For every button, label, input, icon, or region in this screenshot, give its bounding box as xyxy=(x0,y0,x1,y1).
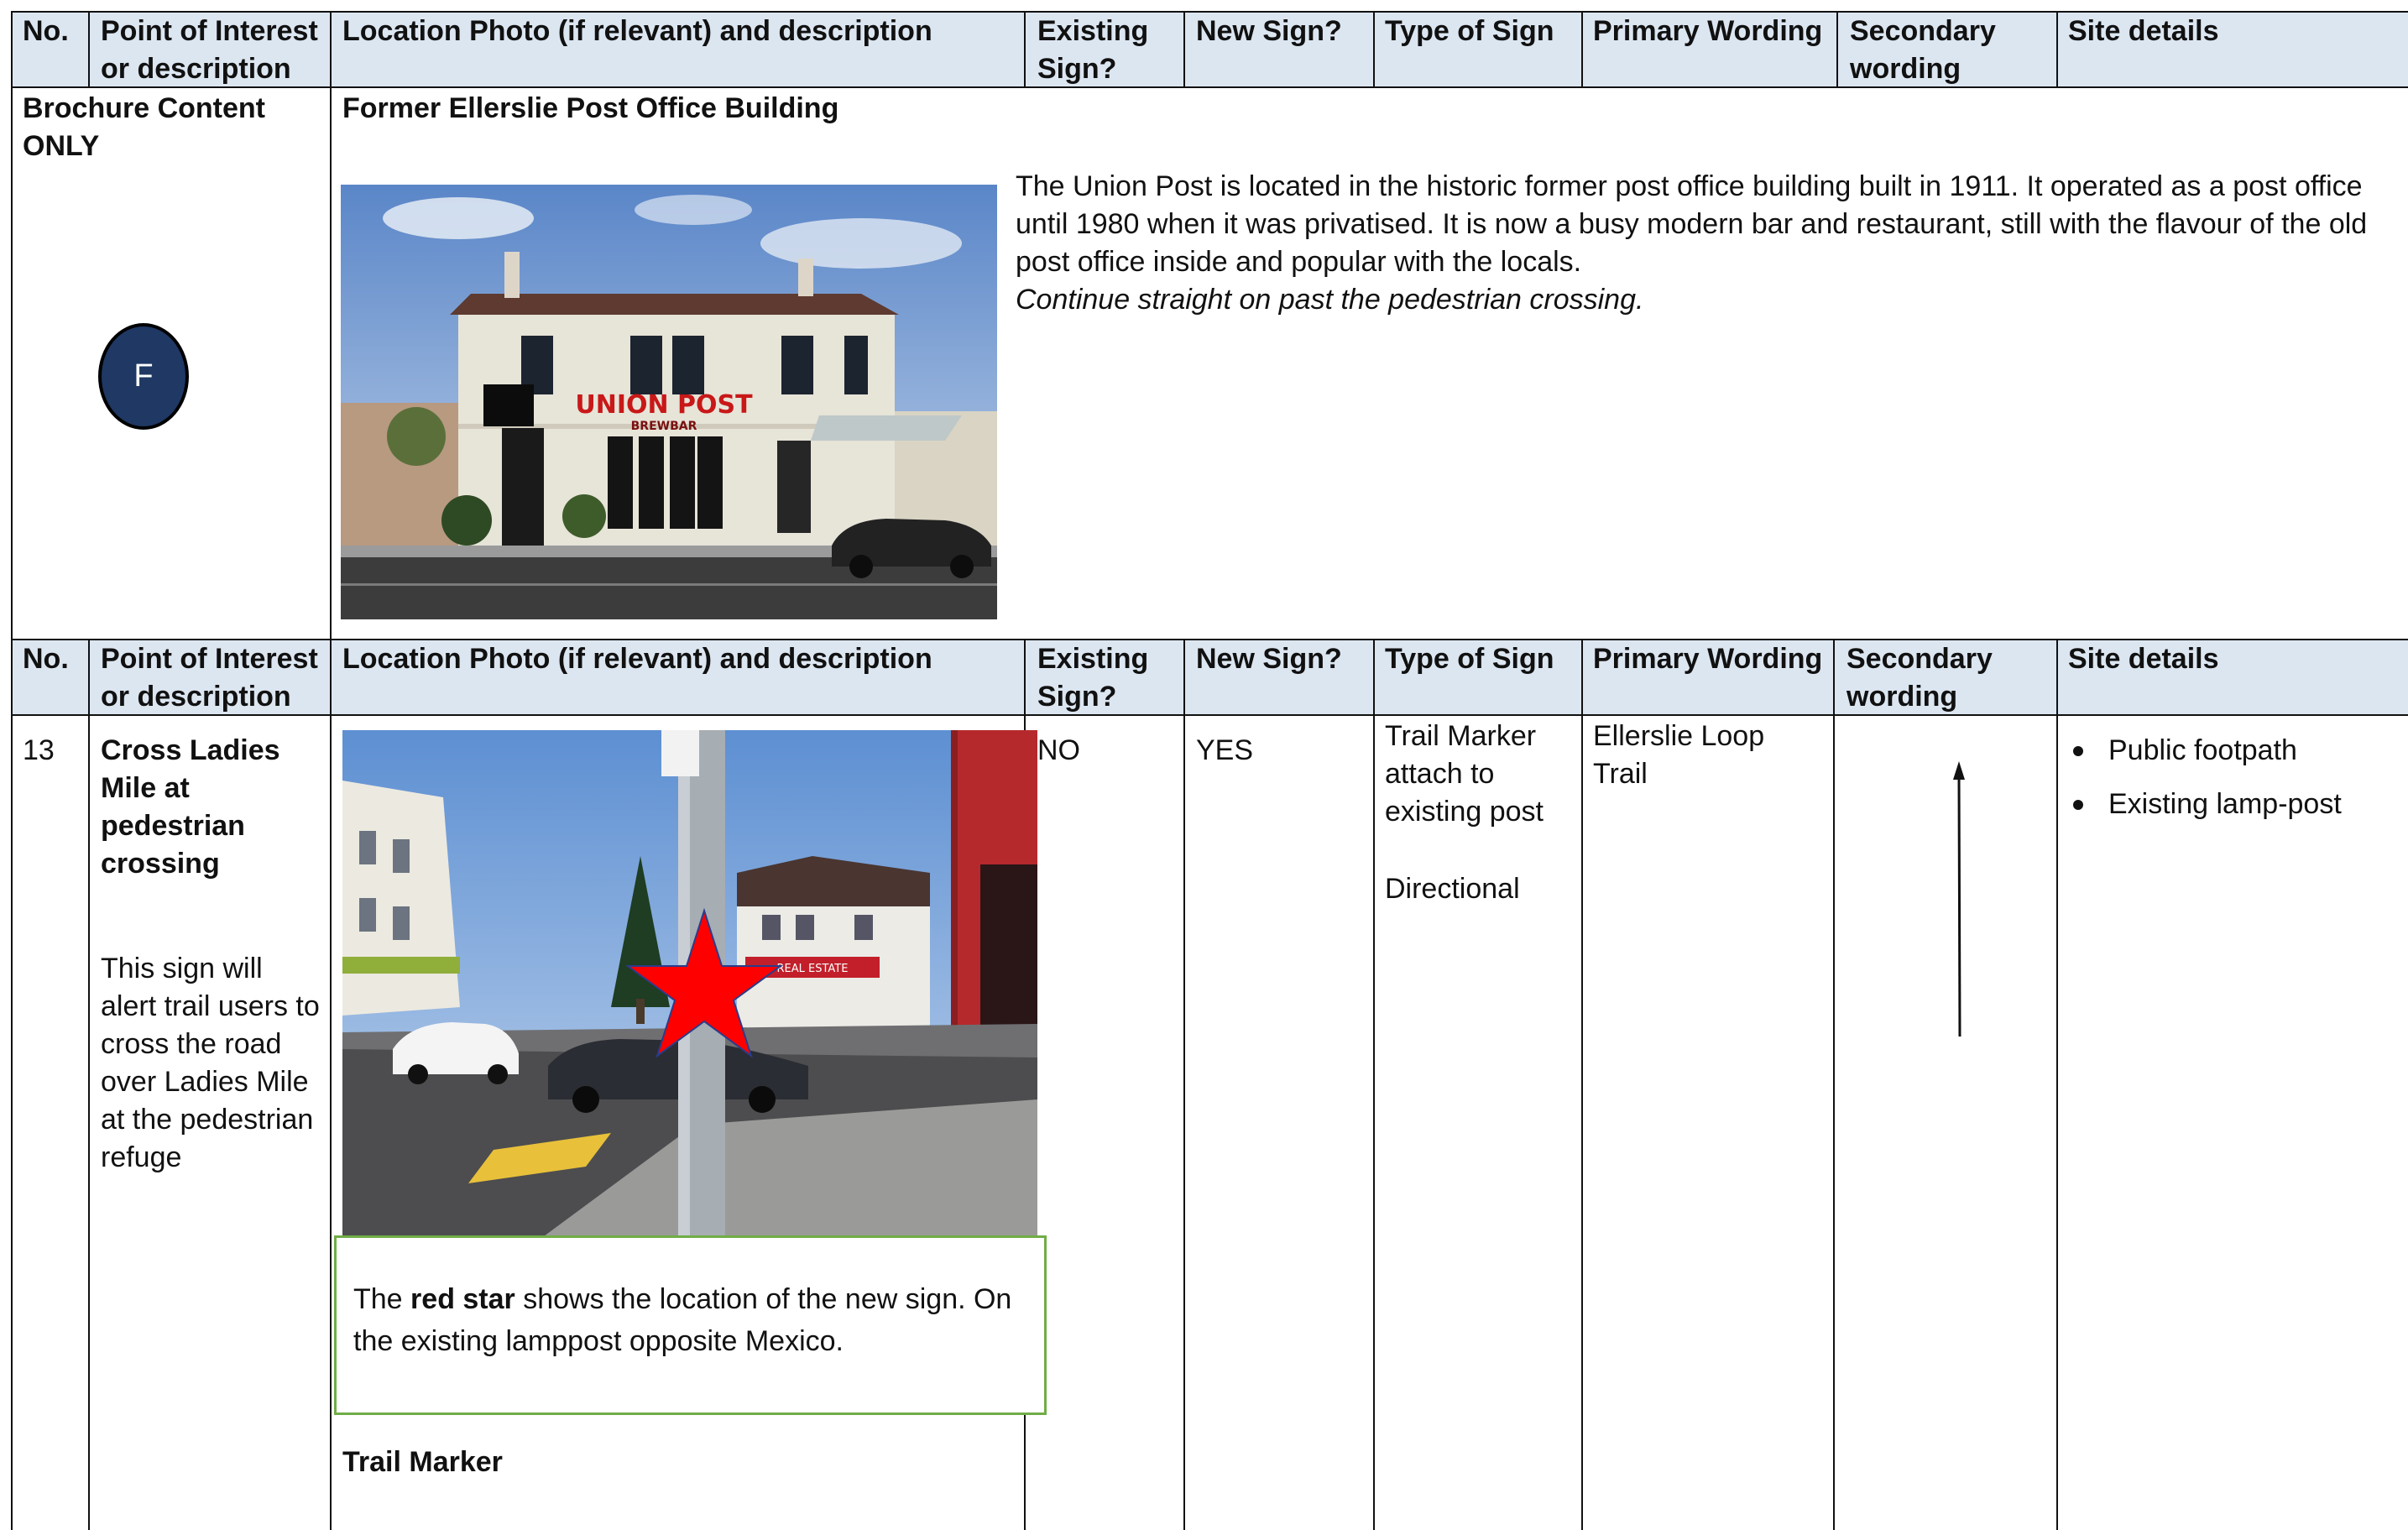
document-page: No. Point of Interest or description Loc… xyxy=(0,0,2408,1530)
rule xyxy=(1581,639,1583,1530)
header-primary-wording: Primary Wording xyxy=(1593,15,1823,47)
rule xyxy=(88,639,90,1530)
header-new-sign-2: New Sign? xyxy=(1196,643,1342,675)
rule xyxy=(11,11,13,1530)
rule xyxy=(11,86,2408,88)
header-secondary-wording-2: Secondary wording xyxy=(1846,643,1993,713)
trail-marker-label: Trail Marker xyxy=(342,1446,503,1478)
row13-type-of-sign: Trail Marker attach to existing post xyxy=(1385,720,1544,828)
union-post-photo-illustration: UNION POST BREWBAR xyxy=(341,185,997,619)
row13-existing-sign: NO xyxy=(1037,734,1080,766)
row13-poi-desc: This sign will alert trail users to cros… xyxy=(101,953,320,1173)
brochure-direction: Continue straight on past the pedestrian… xyxy=(1016,284,1644,316)
rule xyxy=(11,714,2408,716)
rule xyxy=(1373,11,1375,88)
list-item: Existing lamp-post xyxy=(2068,786,2395,823)
union-post-sign-text: UNION POST xyxy=(575,390,753,420)
header-point-of-interest-2: Point of Interest or description xyxy=(101,643,318,713)
header-no: No. xyxy=(23,15,69,47)
rule xyxy=(1183,11,1185,88)
row13-poi-title: Cross Ladies Mile at pedestrian crossing xyxy=(101,734,280,880)
rule xyxy=(330,11,332,640)
header-type-of-sign-2: Type of Sign xyxy=(1385,643,1554,675)
row13-no: 13 xyxy=(23,734,55,766)
header-site-details: Site details xyxy=(2068,15,2219,47)
pedestrian-crossing-illustration: REAL ESTATE xyxy=(342,730,1037,1236)
header-primary-wording-2: Primary Wording xyxy=(1593,643,1823,675)
caption-pre: The xyxy=(353,1283,411,1315)
brochure-title: Former Ellerslie Post Office Building xyxy=(342,92,839,124)
row13-primary-wording: Ellerslie Loop Trail xyxy=(1593,720,1765,790)
union-post-photo: UNION POST BREWBAR xyxy=(341,185,997,619)
header-site-details-2: Site details xyxy=(2068,643,2219,675)
header-point-of-interest: Point of Interest or description xyxy=(101,15,318,85)
real-estate-sign-text: REAL ESTATE xyxy=(777,963,849,975)
rule xyxy=(88,11,90,88)
row13-site-details: Public footpath Existing lamp-post xyxy=(2068,732,2395,839)
header-no-2: No. xyxy=(23,643,69,675)
row13-new-sign: YES xyxy=(1196,734,1254,766)
marker-letter: F xyxy=(133,358,154,394)
header-existing-sign: Existing Sign? xyxy=(1037,15,1149,85)
rule xyxy=(1836,11,1838,88)
pedestrian-crossing-photo: REAL ESTATE xyxy=(342,730,1037,1236)
rule xyxy=(2056,11,2058,88)
rule xyxy=(1373,639,1375,1530)
photo-caption-box: The red star shows the location of the n… xyxy=(334,1235,1047,1415)
header-new-sign: New Sign? xyxy=(1196,15,1342,47)
list-item: Public footpath xyxy=(2068,732,2395,770)
brochure-label: Brochure Content ONLY xyxy=(23,92,265,162)
photo-caption-text: The red star shows the location of the n… xyxy=(353,1278,1025,1362)
header-location-photo: Location Photo (if relevant) and descrip… xyxy=(342,15,932,47)
header-secondary-wording: Secondary wording xyxy=(1850,15,1996,85)
rule xyxy=(1183,639,1185,1530)
rule xyxy=(2056,639,2058,1530)
brochure-description: The Union Post is located in the histori… xyxy=(1016,170,2368,278)
row13-type-of-sign-directional: Directional xyxy=(1385,873,1520,905)
rule xyxy=(330,639,332,1530)
site-details-list: Public footpath Existing lamp-post xyxy=(2068,732,2395,823)
up-arrow-icon xyxy=(1953,761,1965,1037)
header-existing-sign-2: Existing Sign? xyxy=(1037,643,1149,713)
header-location-photo-2: Location Photo (if relevant) and descrip… xyxy=(342,643,932,675)
rule xyxy=(1024,11,1026,88)
header-type-of-sign: Type of Sign xyxy=(1385,15,1554,47)
caption-bold: red star xyxy=(410,1283,515,1315)
rule xyxy=(1581,11,1583,88)
rule xyxy=(1833,639,1835,1530)
marker-circle: F xyxy=(98,323,189,430)
union-post-sign-subtext: BREWBAR xyxy=(631,420,697,433)
